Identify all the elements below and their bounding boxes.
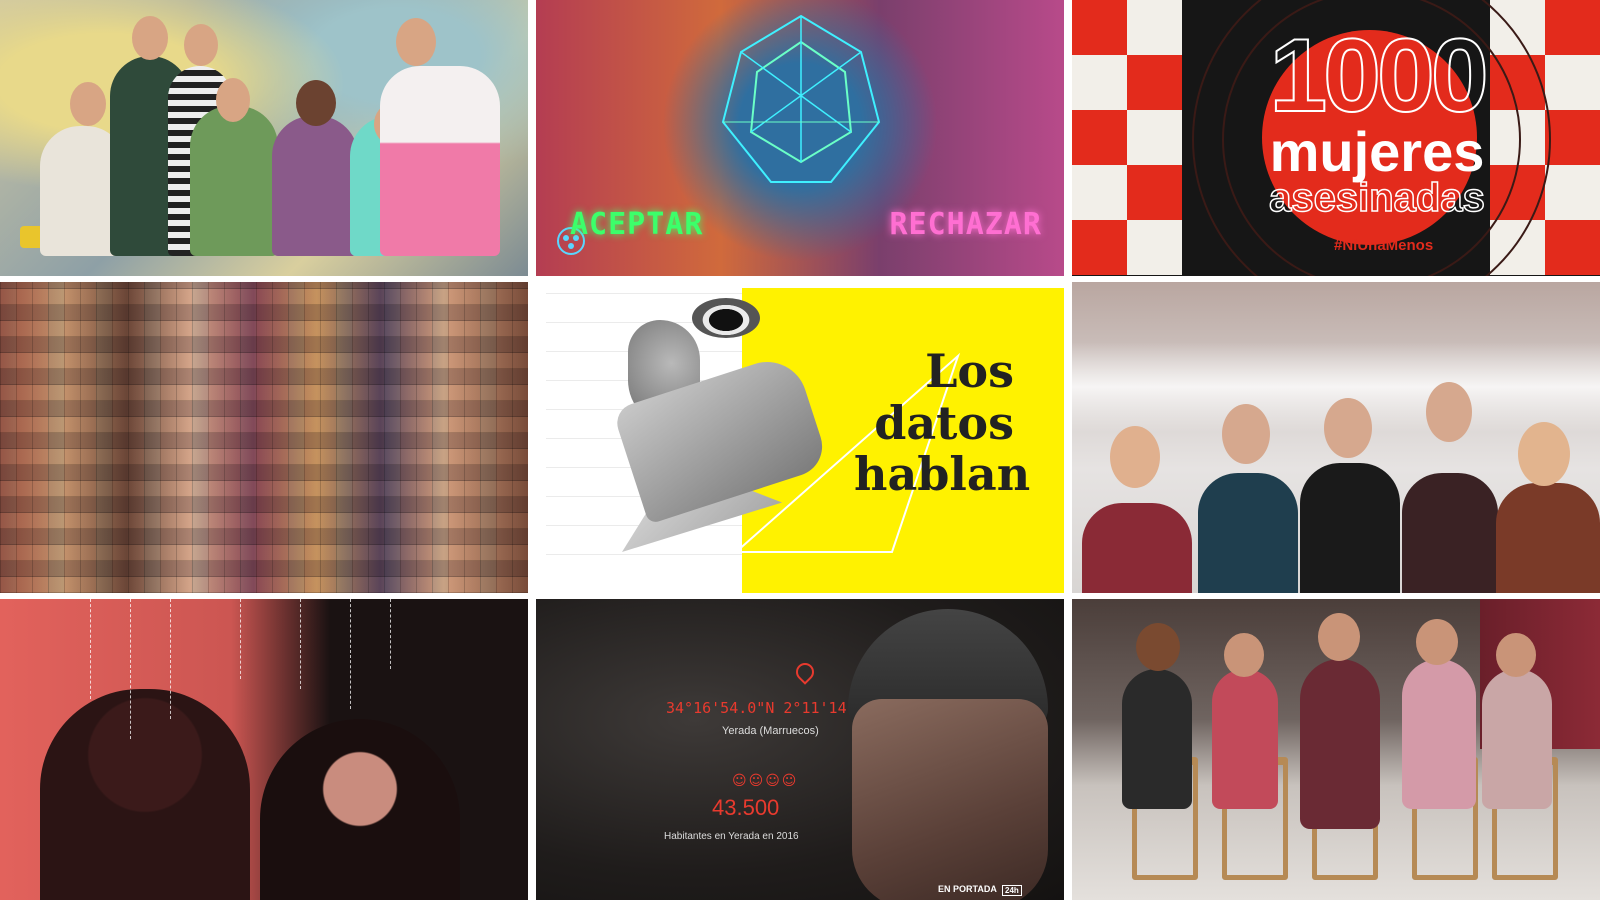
people-icons: ☺☺☺☺ — [732, 773, 799, 789]
person-head — [70, 82, 106, 126]
person-head — [132, 16, 168, 60]
checker-cell — [1072, 55, 1127, 110]
checker-cell — [1127, 55, 1182, 110]
handwriting-stroke — [90, 599, 93, 699]
asesinadas-text: asesinadas — [1268, 176, 1485, 220]
dancer — [1300, 659, 1380, 829]
accept-label: ACEPTAR — [570, 207, 704, 242]
checker-cell — [1545, 220, 1600, 275]
person-head — [216, 78, 250, 122]
neon-face-still[interactable]: ACEPTAR RECHAZAR — [536, 0, 1064, 276]
number-1000: 1000 — [1268, 18, 1489, 134]
dancer — [1402, 659, 1476, 809]
teen-cast-photo[interactable] — [0, 0, 528, 276]
checker-cell — [1545, 110, 1600, 165]
dancer-head — [1224, 633, 1264, 677]
title-line: Los — [925, 344, 1014, 398]
handwriting-stroke — [240, 599, 243, 679]
image-collage: ACEPTAR RECHAZAR 1000 mujeres asesinadas… — [0, 0, 1600, 900]
dancer-head — [1136, 623, 1180, 671]
brand-label: EN PORTADA — [938, 884, 997, 894]
red-duotone-portraits[interactable] — [0, 599, 528, 900]
checker-cell — [1127, 0, 1182, 55]
man-portrait — [40, 689, 250, 900]
person-head — [296, 80, 336, 126]
location-pin-icon — [792, 659, 818, 685]
miner-face — [852, 699, 1048, 900]
dancer-head — [1496, 633, 1536, 677]
checker-cell — [1545, 0, 1600, 55]
neon-wireframe-mask — [721, 14, 881, 183]
reject-label: RECHAZAR — [889, 207, 1042, 242]
person-head — [184, 24, 218, 66]
miner-portrait[interactable]: 34°16'54.0"N 2°11'14.0"W Yerada (Marruec… — [536, 599, 1064, 900]
channel-logo: 24h — [1002, 885, 1022, 896]
person-head — [1110, 426, 1160, 488]
person — [272, 116, 358, 256]
los-datos-hablan[interactable]: Los datos hablan — [536, 282, 1064, 593]
person — [380, 66, 500, 256]
blindfold-cast-photo[interactable] — [1072, 282, 1600, 593]
person-head — [1222, 404, 1270, 464]
handwriting-stroke — [130, 599, 133, 739]
mouth-image — [692, 298, 760, 338]
checker-cell — [1545, 55, 1600, 110]
person-head — [1518, 422, 1570, 486]
dancer — [1482, 669, 1552, 809]
checker-cell — [1072, 165, 1127, 220]
person — [190, 106, 278, 256]
handwriting-stroke — [350, 599, 353, 709]
dancer-head — [1318, 613, 1360, 661]
checker-cell — [1127, 220, 1182, 275]
dancer — [1212, 669, 1278, 809]
person — [1300, 463, 1400, 593]
dancer — [1122, 669, 1192, 809]
person — [1402, 473, 1498, 593]
hashtag: #NiUnaMenos — [1334, 237, 1434, 254]
woman-portrait — [260, 719, 460, 900]
mujeres-text: mujeres — [1269, 120, 1485, 183]
dancers-chairs-photo[interactable] — [1072, 599, 1600, 900]
person-head — [1324, 398, 1372, 458]
mosaic-overlay — [0, 282, 528, 593]
person — [1496, 483, 1600, 593]
handwriting-stroke — [170, 599, 173, 719]
place-text: Yerada (Marruecos) — [722, 725, 819, 737]
faces-mosaic[interactable] — [0, 282, 528, 593]
checker-cell — [1072, 220, 1127, 275]
person-head — [396, 18, 436, 66]
title-line: datos — [874, 395, 1014, 450]
handwriting-stroke — [390, 599, 393, 669]
population-number: 43.500 — [712, 795, 780, 820]
checker-cell — [1127, 110, 1182, 165]
tile-title: Los datos hablan — [854, 344, 1031, 502]
checker-cell — [1127, 165, 1182, 220]
population-label: Habitantes en Yerada en 2016 — [664, 831, 799, 842]
title-line: hablan — [854, 447, 1031, 502]
mil-mujeres-graphic[interactable]: 1000 mujeres asesinadas #NiUnaMenos — [1072, 0, 1600, 276]
person — [1198, 473, 1298, 593]
person-head — [1426, 382, 1472, 442]
checker-cell — [1072, 0, 1127, 55]
checker-cell — [1545, 165, 1600, 220]
person — [1082, 503, 1192, 593]
handwriting-stroke — [300, 599, 303, 689]
dancer-head — [1416, 619, 1458, 665]
checker-cell — [1072, 110, 1127, 165]
